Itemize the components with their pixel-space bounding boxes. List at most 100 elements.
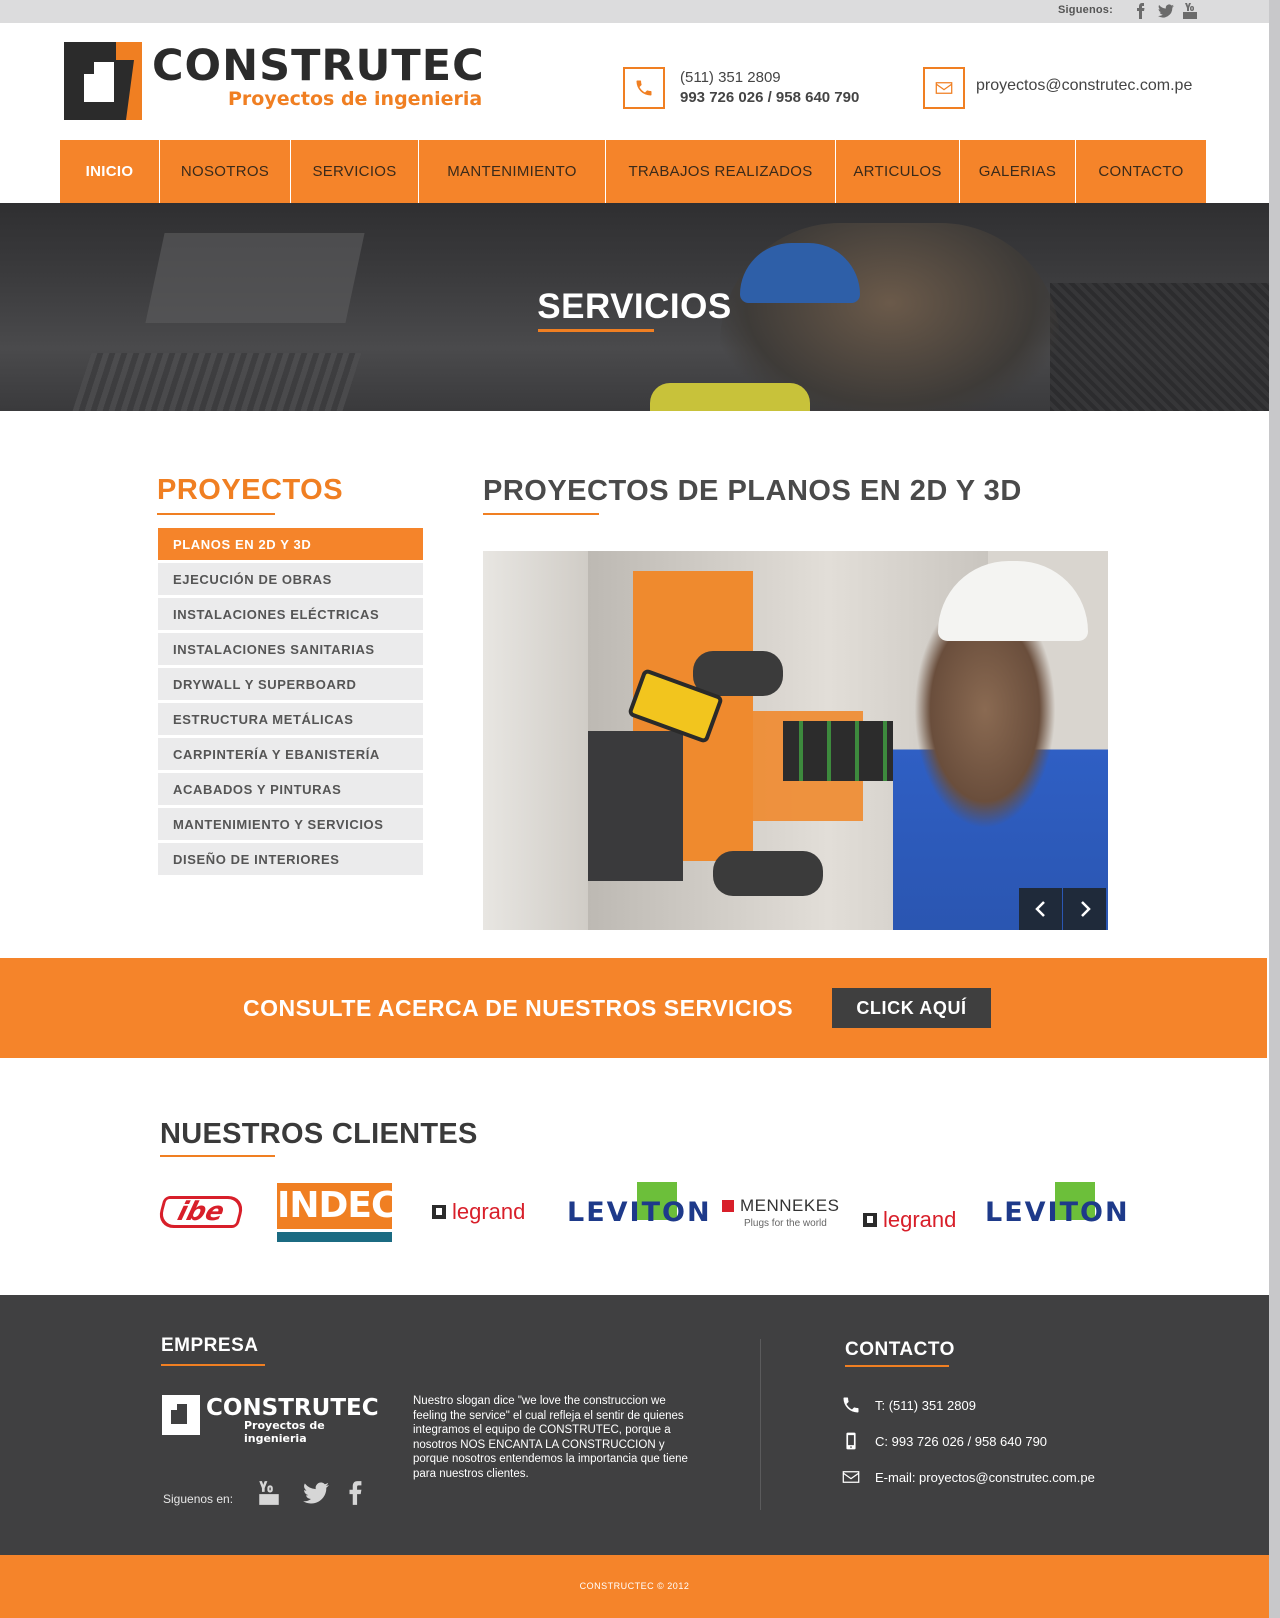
mennekes-mark-icon bbox=[722, 1199, 734, 1212]
sidebar-item-carpinteria[interactable]: CARPINTERÍA Y EBANISTERÍA bbox=[158, 738, 423, 770]
client-leviton-text: LEVITON bbox=[567, 1196, 712, 1228]
page-title-underline bbox=[538, 329, 654, 332]
phone-icon bbox=[636, 80, 652, 96]
legrand-mark-icon bbox=[432, 1205, 446, 1219]
footer: EMPRESA CONSTRUTEC Proyectos de ingenier… bbox=[0, 1295, 1269, 1555]
twitter-icon[interactable] bbox=[303, 1480, 329, 1506]
slide-glove-top bbox=[693, 651, 783, 696]
image-slider bbox=[483, 551, 1108, 930]
sidebar-title-underline bbox=[157, 513, 275, 515]
window-scrollbar[interactable] bbox=[1269, 0, 1280, 1618]
footer-follow-label: Siguenos en: bbox=[163, 1492, 234, 1506]
client-mennekes-text: MENNEKES bbox=[740, 1195, 840, 1215]
client-logo-leviton: LEVITON bbox=[567, 1182, 710, 1242]
cta-text: CONSULTE ACERCA DE NUESTROS SERVICIOS bbox=[243, 995, 794, 1021]
header-email[interactable]: proyectos@construtec.com.pe bbox=[976, 77, 1192, 95]
logo-mark-icon bbox=[64, 42, 142, 120]
youtube-icon[interactable] bbox=[256, 1480, 282, 1506]
brand-tagline: Proyectos de ingenieria bbox=[228, 88, 483, 110]
facebook-icon[interactable] bbox=[1133, 3, 1149, 19]
slide-glove-bottom bbox=[713, 851, 823, 896]
sidebar-item-electricas[interactable]: INSTALACIONES ELÉCTRICAS bbox=[158, 598, 423, 630]
client-indeco-text: INDECO bbox=[277, 1182, 427, 1229]
site-logo[interactable]: CONSTRUTEC Proyectos de ingenieria bbox=[64, 42, 504, 120]
nav-item-galerias[interactable]: GALERIAS bbox=[960, 140, 1076, 203]
cta-band: CONSULTE ACERCA DE NUESTROS SERVICIOS CL… bbox=[0, 958, 1267, 1058]
footer-brand: CONSTRUTEC bbox=[206, 1395, 379, 1421]
footer-email-text: E-mail: proyectos@construtec.com.pe bbox=[875, 1469, 1095, 1485]
footer-tagline: Proyectos de ingenieria bbox=[244, 1419, 325, 1445]
client-indeco-bar bbox=[277, 1231, 392, 1242]
chevron-right-icon bbox=[1080, 901, 1091, 917]
client-logo-legrand: legrand bbox=[432, 1182, 530, 1242]
client-logo-ibe: ibe bbox=[155, 1182, 248, 1242]
client-logo-leviton-2: LEVITON bbox=[985, 1182, 1128, 1242]
phone-icon-box bbox=[623, 67, 665, 109]
main-nav: INICIO NOSOTROS SERVICIOS MANTENIMIENTO … bbox=[60, 140, 1206, 203]
footer-cell[interactable]: C: 993 726 026 / 958 640 790 bbox=[845, 1431, 1047, 1451]
hero-banner: SERVICIOS bbox=[0, 203, 1269, 411]
sidebar-item-acabados[interactable]: ACABADOS Y PINTURAS bbox=[158, 773, 423, 805]
hero-ceiling-vent bbox=[68, 353, 362, 411]
footer-empresa-title: EMPRESA bbox=[161, 1335, 259, 1356]
slide-breaker bbox=[588, 731, 683, 881]
slider-next-button[interactable] bbox=[1063, 888, 1106, 930]
sidebar-item-ejecucion[interactable]: EJECUCIÓN DE OBRAS bbox=[158, 563, 423, 595]
hero-worker-vest bbox=[650, 383, 810, 411]
copyright-bar: CONSTRUCTEC © 2012 bbox=[0, 1555, 1269, 1618]
sidebar-item-estructura[interactable]: ESTRUCTURA METÁLICAS bbox=[158, 703, 423, 735]
sidebar-item-interiores[interactable]: DISEÑO DE INTERIORES bbox=[158, 843, 423, 875]
footer-contacto-title: CONTACTO bbox=[845, 1339, 955, 1360]
slider-prev-button[interactable] bbox=[1019, 888, 1062, 930]
envelope-icon bbox=[935, 82, 953, 94]
follow-label: Siguenos: bbox=[1058, 4, 1113, 16]
client-ibe-text: ibe bbox=[155, 1196, 247, 1228]
nav-item-inicio[interactable]: INICIO bbox=[60, 140, 160, 203]
facebook-icon[interactable] bbox=[343, 1480, 369, 1506]
sidebar-item-mantenimiento[interactable]: MANTENIMIENTO Y SERVICIOS bbox=[158, 808, 423, 840]
clients-title-underline bbox=[160, 1155, 275, 1157]
client-legrand-text: legrand bbox=[883, 1207, 957, 1232]
email-icon-box bbox=[923, 67, 965, 109]
copyright-text: CONSTRUCTEC © 2012 bbox=[579, 1581, 690, 1591]
sidebar-item-planos[interactable]: PLANOS EN 2D Y 3D bbox=[158, 528, 423, 560]
footer-cell-text: C: 993 726 026 / 958 640 790 bbox=[875, 1433, 1048, 1449]
header-phone[interactable]: (511) 351 2809 bbox=[680, 69, 781, 86]
client-logo-mennekes: MENNEKES Plugs for the world bbox=[722, 1182, 842, 1242]
sidebar-item-drywall[interactable]: DRYWALL Y SUPERBOARD bbox=[158, 668, 423, 700]
footer-logo-mark-icon bbox=[162, 1395, 200, 1435]
footer-logo[interactable]: CONSTRUTEC Proyectos de ingenieria bbox=[162, 1395, 384, 1445]
brand-name: CONSTRUTEC bbox=[152, 41, 485, 91]
footer-slogan: Nuestro slogan dice "we love the constru… bbox=[413, 1395, 688, 1480]
footer-phone[interactable]: T: (511) 351 2809 bbox=[843, 1395, 976, 1415]
section-title: PROYECTOS DE PLANOS EN 2D Y 3D bbox=[483, 475, 1022, 507]
slide-wall bbox=[483, 551, 593, 930]
legrand-mark-icon bbox=[863, 1213, 877, 1227]
youtube-icon[interactable] bbox=[1182, 3, 1198, 19]
page: Siguenos: CONSTRUTEC Proyectos de ingeni… bbox=[0, 0, 1280, 1618]
sidebar-menu: PLANOS EN 2D Y 3D EJECUCIÓN DE OBRAS INS… bbox=[158, 528, 423, 878]
nav-item-contacto[interactable]: CONTACTO bbox=[1076, 140, 1206, 203]
footer-phone-text: T: (511) 351 2809 bbox=[875, 1397, 976, 1413]
slide-modules bbox=[783, 721, 893, 781]
client-leviton-text: LEVITON bbox=[985, 1196, 1130, 1228]
slide-technician bbox=[893, 611, 1108, 930]
top-bar: Siguenos: bbox=[0, 0, 1269, 23]
nav-item-mantenimiento[interactable]: MANTENIMIENTO bbox=[419, 140, 606, 203]
page-title: SERVICIOS bbox=[537, 287, 732, 326]
nav-item-trabajos-realizados[interactable]: TRABAJOS REALIZADOS bbox=[606, 140, 836, 203]
twitter-icon[interactable] bbox=[1158, 3, 1174, 19]
section-title-underline bbox=[483, 513, 599, 515]
nav-item-nosotros[interactable]: NOSOTROS bbox=[160, 140, 291, 203]
footer-email[interactable]: E-mail: proyectos@construtec.com.pe bbox=[842, 1467, 1095, 1487]
cta-button[interactable]: CLICK AQUÍ bbox=[832, 988, 991, 1028]
header-mobile[interactable]: 993 726 026 / 958 640 790 bbox=[680, 89, 859, 106]
clients-title: NUESTROS CLIENTES bbox=[160, 1118, 478, 1150]
client-logo-indeco: INDECO bbox=[277, 1182, 427, 1242]
client-mennekes-sub: Plugs for the world bbox=[744, 1217, 827, 1229]
sidebar-item-sanitarias[interactable]: INSTALACIONES SANITARIAS bbox=[158, 633, 423, 665]
nav-item-articulos[interactable]: ARTICULOS bbox=[836, 140, 960, 203]
nav-item-servicios[interactable]: SERVICIOS bbox=[291, 140, 419, 203]
phone-icon bbox=[843, 1397, 859, 1413]
envelope-icon bbox=[842, 1471, 860, 1483]
